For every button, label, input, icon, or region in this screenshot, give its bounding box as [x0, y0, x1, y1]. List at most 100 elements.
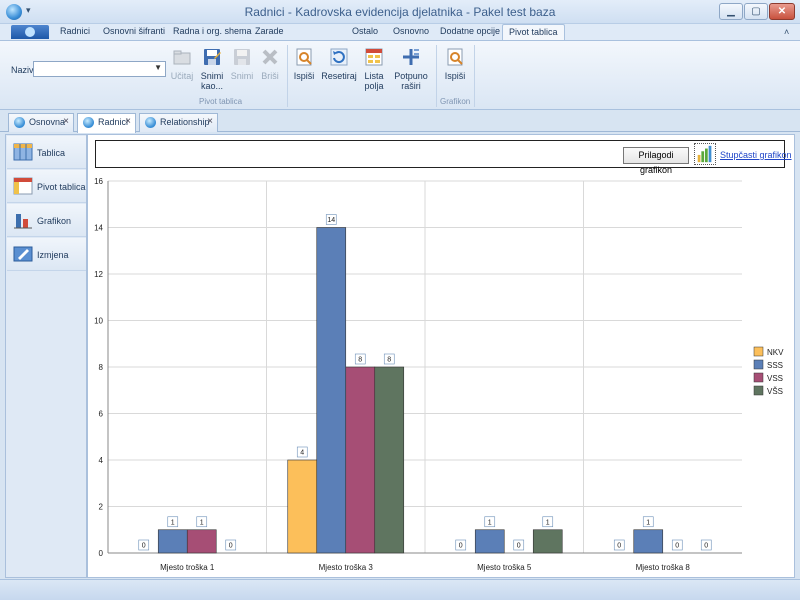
y-tick-label: 6	[99, 410, 104, 419]
y-tick-label: 0	[99, 549, 104, 558]
bar	[287, 459, 318, 554]
view-navigation-panel: Tablica Pivot tablica Grafikon Izmjena	[5, 134, 87, 578]
ribbon-tab-pivot-tablica[interactable]: Pivot tablica	[502, 24, 565, 40]
ribbon-separator	[436, 45, 437, 107]
data-label: 8	[387, 357, 391, 364]
snimi-button[interactable]: Snimi	[230, 47, 254, 81]
nav-item-tablica[interactable]: Tablica	[7, 136, 86, 169]
print-preview-icon	[296, 48, 312, 66]
legend-label: SSS	[767, 361, 783, 370]
resetiraj-button[interactable]: Resetiraj	[320, 47, 358, 81]
chevron-down-icon[interactable]: ▼	[154, 63, 162, 72]
lista-polja-button[interactable]: Lista polja	[362, 47, 386, 91]
close-icon[interactable]: ×	[125, 116, 131, 127]
doc-tab-label: Osnovna	[29, 117, 66, 127]
doc-tab-radnici[interactable]: Radnici ×	[77, 113, 136, 133]
stupcasti-grafikon-link[interactable]: Stupčasti grafikon	[720, 150, 792, 160]
legend-swatch	[753, 346, 764, 357]
ribbon-tab-osnovno[interactable]: Osnovno	[393, 26, 429, 36]
ribbon-tab-radnici[interactable]: Radnici	[60, 26, 90, 36]
bar	[532, 529, 563, 554]
data-label: 4	[300, 450, 304, 457]
prilagodi-grafikon-button[interactable]: Prilagodi grafikon	[623, 147, 689, 175]
data-label: 0	[459, 543, 463, 550]
pivot-tablica-group-label: Pivot tablica	[199, 97, 243, 106]
globe-icon	[14, 117, 25, 128]
bar-chart: 024681012141601 10Mjesto troška 14148 8Mje…	[94, 177, 784, 572]
potpuno-rasiri-button[interactable]: Potpuno raširi	[394, 47, 428, 91]
naziv-label: Naziv	[11, 65, 34, 75]
bar	[633, 529, 664, 554]
globe-icon	[83, 117, 94, 128]
ribbon-tab-bar: Radnici Osnovni šifranti Radna i org. sh…	[0, 24, 800, 40]
reset-icon	[330, 48, 348, 66]
bar	[157, 529, 188, 554]
data-label: 0	[229, 543, 233, 550]
edit-icon	[13, 246, 33, 262]
maximize-button[interactable]: ▢	[744, 3, 768, 20]
minimize-button[interactable]: ▁	[719, 3, 743, 20]
y-tick-label: 4	[99, 456, 104, 465]
chart-toolbar: Prilagodi grafikon Stupčasti grafikon	[95, 140, 792, 175]
ispisi-grafikon-button[interactable]: Ispiši	[443, 47, 467, 81]
potpuno-rasiri-label: Potpuno raširi	[394, 71, 428, 91]
y-tick-label: 10	[94, 317, 103, 326]
app-menu-icon	[25, 27, 35, 37]
pivot-table-icon	[13, 177, 33, 195]
ribbon-separator	[287, 45, 288, 107]
naziv-dropdown[interactable]: ▼	[33, 61, 166, 77]
bar	[474, 529, 505, 554]
status-bar	[0, 579, 800, 600]
lista-polja-label: Lista polja	[364, 71, 384, 91]
snimi-kao-button[interactable]: Snimi kao...	[198, 47, 226, 91]
nav-item-izmjena[interactable]: Izmjena	[7, 238, 86, 271]
data-label: 0	[617, 543, 621, 550]
x-tick-label: Mjesto troška 1	[160, 563, 215, 572]
data-label: 0	[675, 543, 679, 550]
doc-tab-label: Relationship	[160, 117, 210, 127]
data-label: 1	[200, 519, 204, 526]
folder-open-icon	[173, 50, 191, 65]
legend-swatch	[753, 385, 764, 396]
ribbon-tab-zarade[interactable]: Zarade	[255, 26, 284, 36]
x-tick-label: Mjesto troška 8	[636, 563, 691, 572]
chart-type-selector[interactable]: Stupčasti grafikon	[694, 143, 792, 166]
close-icon[interactable]: ×	[207, 116, 213, 127]
ribbon-panel: Naziv ▼ Učitaj Snimi kao... Snimi Briši …	[0, 40, 800, 110]
grafikon-group-label: Grafikon	[440, 97, 471, 106]
y-tick-label: 16	[94, 177, 103, 186]
ribbon-collapse-icon[interactable]: ˄	[784, 27, 789, 37]
legend-label: VŠS	[767, 387, 783, 396]
expand-all-icon	[403, 49, 419, 65]
brisi-label: Briši	[261, 71, 279, 81]
application-menu-button[interactable]	[11, 25, 49, 39]
brisi-button[interactable]: Briši	[258, 47, 282, 81]
doc-tab-label: Radnici	[98, 117, 129, 127]
ispisi-pivot-button[interactable]: Ispiši	[292, 47, 316, 81]
ucitaj-button[interactable]: Učitaj	[170, 47, 194, 81]
doc-tab-osnovna[interactable]: Osnovna ×	[8, 113, 74, 132]
y-tick-label: 12	[94, 270, 103, 279]
data-label: 14	[327, 217, 335, 224]
close-icon[interactable]: ×	[63, 116, 69, 127]
nav-item-pivot-tablica[interactable]: Pivot tablica	[7, 170, 86, 203]
data-label: 0	[517, 543, 521, 550]
ribbon-tab-osnovni-sifranti[interactable]: Osnovni šifranti	[103, 26, 165, 36]
chart-view: Prilagodi grafikon Stupčasti grafikon 0 2…	[87, 134, 795, 578]
ribbon-tab-dodatne-opcije[interactable]: Dodatne opcije	[440, 26, 500, 36]
legend-swatch	[753, 372, 764, 383]
nav-item-label: Pivot tablica	[37, 182, 86, 192]
data-label: 1	[488, 519, 492, 526]
bar	[316, 227, 347, 554]
close-button[interactable]: ✕	[769, 3, 795, 20]
x-tick-label: Mjesto troška 3	[319, 563, 374, 572]
title-bar: ▾ Radnici - Kadrovska evidencija djelatn…	[0, 0, 800, 24]
nav-item-grafikon[interactable]: Grafikon	[7, 204, 86, 237]
window-title: Radnici - Kadrovska evidencija djelatnik…	[244, 5, 556, 19]
save-as-icon	[204, 49, 221, 65]
x-tick-label: Mjesto troška 5	[477, 563, 532, 572]
ribbon-tab-ostalo[interactable]: Ostalo	[352, 26, 378, 36]
doc-tab-relationship[interactable]: Relationship ×	[139, 113, 218, 132]
ribbon-tab-radna-org-shema[interactable]: Radna i org. shema	[173, 26, 252, 36]
ucitaj-label: Učitaj	[170, 71, 194, 81]
